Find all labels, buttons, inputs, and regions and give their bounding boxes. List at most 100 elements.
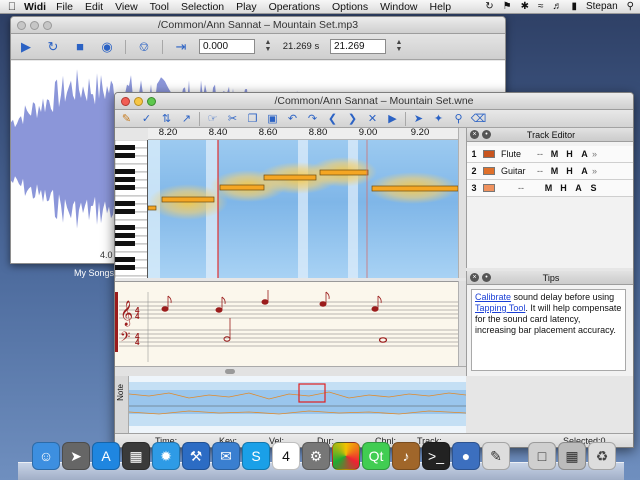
close-button[interactable] xyxy=(121,97,130,106)
notes-icon[interactable]: ✎ xyxy=(482,442,510,470)
black-key[interactable] xyxy=(115,201,135,206)
eraser-icon[interactable]: ⌫ xyxy=(471,111,487,126)
score-note[interactable] xyxy=(215,307,223,313)
overview-strip[interactable] xyxy=(129,376,466,434)
menu-selection[interactable]: Selection xyxy=(181,1,224,13)
documents-icon[interactable]: □ xyxy=(528,442,556,470)
panel-settings-icon[interactable]: • xyxy=(482,273,491,282)
panel-settings-icon[interactable]: • xyxy=(482,130,491,139)
note-bar[interactable] xyxy=(219,184,265,191)
flag-icon[interactable]: ⚑ xyxy=(503,1,512,12)
black-key[interactable] xyxy=(115,233,135,238)
menu-tool[interactable]: Tool xyxy=(150,1,169,13)
photos-icon[interactable]: ▦ xyxy=(122,442,150,470)
tempo-icon[interactable]: ↗ xyxy=(179,111,194,126)
network-icon[interactable]: ● xyxy=(452,442,480,470)
menu-options[interactable]: Options xyxy=(332,1,368,13)
note-bar[interactable] xyxy=(371,185,458,192)
menu-help[interactable]: Help xyxy=(430,1,452,13)
calendar-icon[interactable]: 4 xyxy=(272,442,300,470)
track-instrument[interactable]: -- xyxy=(533,149,547,159)
track-color-swatch[interactable] xyxy=(483,184,495,192)
loop-icon[interactable]: ↻ xyxy=(44,38,62,56)
black-key[interactable] xyxy=(115,185,135,190)
track-name[interactable]: Flute xyxy=(501,149,533,159)
xcode-icon[interactable]: ⚒ xyxy=(182,442,210,470)
minimize-button[interactable] xyxy=(134,97,143,106)
zoom-button[interactable] xyxy=(43,21,52,30)
mail-icon[interactable]: ✉ xyxy=(212,442,240,470)
play-icon[interactable]: ▶ xyxy=(385,111,400,126)
score-vertical-scrollbar[interactable] xyxy=(458,281,466,366)
score-view[interactable]: 𝄞 𝄢 4 4 4 4 xyxy=(115,281,458,366)
note-bar[interactable] xyxy=(161,196,215,203)
trash-icon[interactable]: ♻ xyxy=(588,442,616,470)
wifi-icon[interactable]: ≈ xyxy=(538,1,544,12)
menu-view[interactable]: View xyxy=(115,1,138,13)
paste-icon[interactable]: ▣ xyxy=(265,111,280,126)
next-icon[interactable]: ❯ xyxy=(345,111,360,126)
score-note[interactable] xyxy=(319,301,327,307)
menu-edit[interactable]: Edit xyxy=(85,1,103,13)
panel-close-icon[interactable]: × xyxy=(470,273,479,282)
track-instrument[interactable]: -- xyxy=(501,183,541,193)
cut-icon[interactable]: ✂ xyxy=(225,111,240,126)
prev-icon[interactable]: ❮ xyxy=(325,111,340,126)
calibrate-link[interactable]: Calibrate xyxy=(475,292,511,302)
main-window[interactable]: /Common/Ann Sannat – Mountain Set.wne ✎ … xyxy=(114,92,634,448)
zoom-button[interactable] xyxy=(147,97,156,106)
score-note[interactable] xyxy=(223,336,231,342)
scroll-thumb[interactable] xyxy=(225,369,235,374)
horizontal-scrollbar[interactable] xyxy=(115,366,466,376)
mute-button[interactable]: M xyxy=(541,183,556,193)
note-bar[interactable] xyxy=(148,205,157,211)
pencil-icon[interactable]: ✎ xyxy=(119,111,134,126)
brush-icon[interactable]: ✓ xyxy=(139,111,154,126)
track-row[interactable]: 3 -- M H A S xyxy=(467,180,633,197)
black-key[interactable] xyxy=(115,241,135,246)
tap-icon[interactable]: ☞ xyxy=(205,111,220,126)
skype-icon[interactable]: S xyxy=(242,442,270,470)
minimize-button[interactable] xyxy=(30,21,39,30)
track-color-swatch[interactable] xyxy=(483,167,495,175)
note-bar[interactable] xyxy=(263,174,317,181)
note-bar[interactable] xyxy=(319,169,369,176)
main-window-titlebar[interactable]: /Common/Ann Sannat – Mountain Set.wne xyxy=(115,93,633,110)
score-note[interactable] xyxy=(378,337,388,343)
tapping-tool-link[interactable]: Tapping Tool xyxy=(475,303,525,313)
menu-operations[interactable]: Operations xyxy=(269,1,320,13)
app-menu[interactable]: Widi xyxy=(24,1,46,13)
battery-icon[interactable]: ▮ xyxy=(571,1,577,12)
app-store-icon[interactable]: A xyxy=(92,442,120,470)
roll-vertical-scrollbar[interactable] xyxy=(458,128,466,278)
black-key[interactable] xyxy=(115,257,135,262)
magic-icon[interactable]: ✦ xyxy=(431,111,446,126)
score-note[interactable] xyxy=(261,299,269,305)
start-time-icon[interactable]: ⇥ xyxy=(172,38,190,56)
user-menu[interactable]: Stepan xyxy=(586,1,618,12)
desktop-folder-label[interactable]: My Songs xyxy=(74,268,114,278)
system-preferences-icon[interactable]: ⚙ xyxy=(302,442,330,470)
mute-button[interactable]: M xyxy=(547,166,562,176)
track-row[interactable]: 1 Flute -- M H A » xyxy=(467,146,633,163)
track-row[interactable]: 2 Guitar -- M H A » xyxy=(467,163,633,180)
end-time-stepper[interactable]: ▲ ▼ xyxy=(395,39,403,54)
auto-button[interactable]: A xyxy=(577,166,592,176)
panel-close-icon[interactable]: × xyxy=(470,130,479,139)
downloads-icon[interactable]: ▦ xyxy=(558,442,586,470)
delete-icon[interactable]: ✕ xyxy=(365,111,380,126)
menu-window[interactable]: Window xyxy=(380,1,417,13)
white-key[interactable] xyxy=(115,275,148,278)
bluetooth-icon[interactable]: ✱ xyxy=(521,1,529,12)
score-note[interactable] xyxy=(161,306,169,312)
menu-file[interactable]: File xyxy=(56,1,73,13)
mute-button[interactable]: M xyxy=(547,149,562,159)
volume-icon[interactable]: ♬ xyxy=(552,1,562,12)
start-time-field[interactable]: 0.000 xyxy=(199,39,255,54)
qt-icon[interactable]: Qt xyxy=(362,442,390,470)
finder-icon[interactable]: ☺ xyxy=(32,442,60,470)
redo-icon[interactable]: ↷ xyxy=(305,111,320,126)
stop-icon[interactable]: ■ xyxy=(71,38,89,56)
color-wheel-icon[interactable] xyxy=(332,442,360,470)
piano-keyboard[interactable] xyxy=(115,140,148,278)
